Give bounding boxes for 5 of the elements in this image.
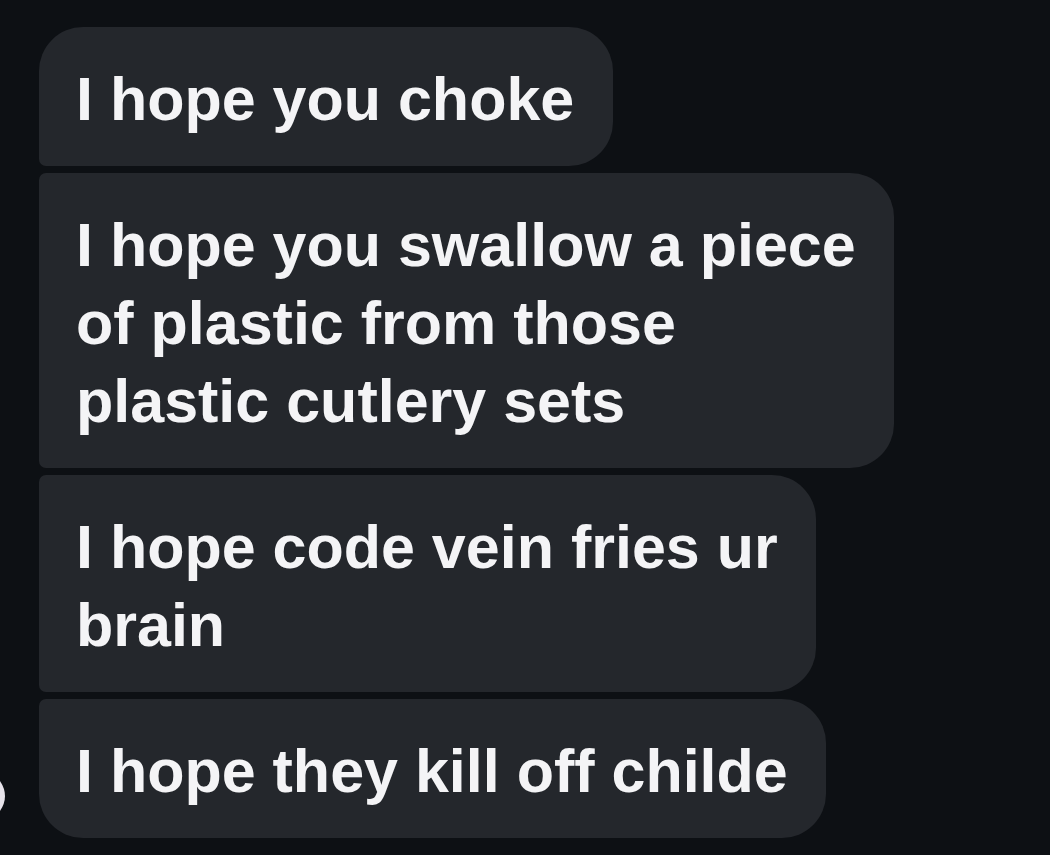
message-bubble: I hope you choke [39,27,613,166]
avatar-icon [0,781,5,811]
message-bubble: I hope you swallow a piece of plastic from those plastic cutlery sets [39,173,894,468]
message-bubble: I hope they kill off childe [39,699,826,838]
message-bubble: I hope code vein fries ur brain [39,475,816,692]
